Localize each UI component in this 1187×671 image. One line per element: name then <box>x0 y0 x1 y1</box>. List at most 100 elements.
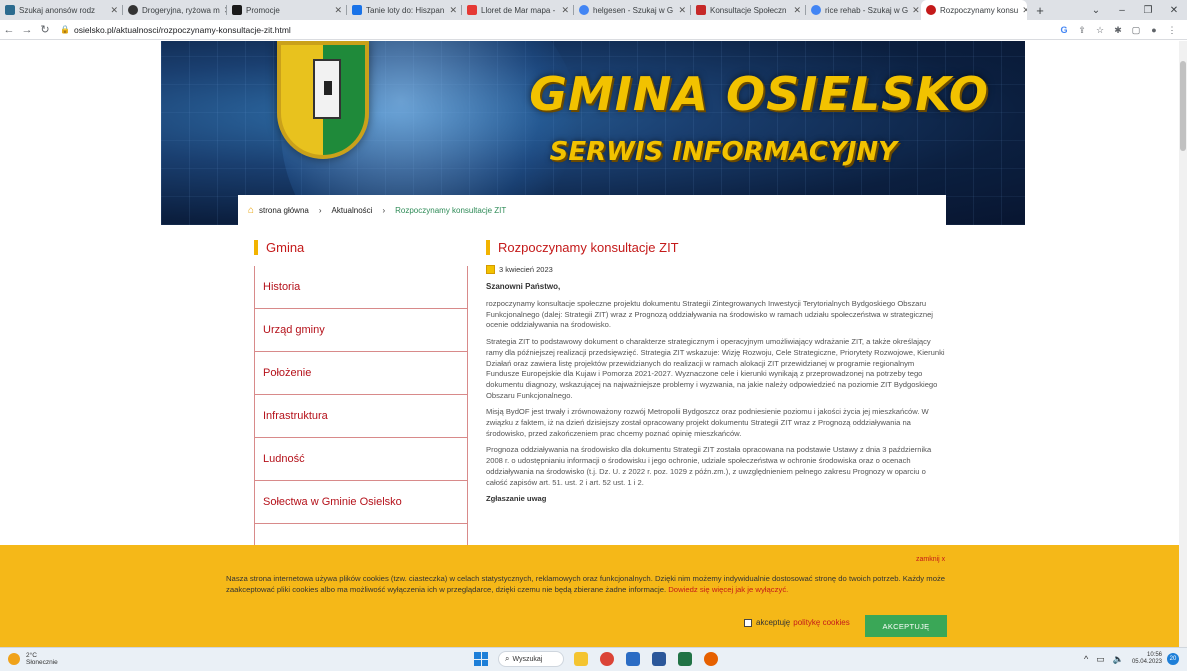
windows-start-icon[interactable] <box>474 652 488 666</box>
tab-close-icon[interactable]: ✕ <box>220 5 227 16</box>
cookie-accept-button[interactable]: AKCEPTUJĘ <box>865 615 947 637</box>
taskbar-apps: ⌕ Wyszukaj <box>474 651 730 667</box>
extensions-icon[interactable]: ✱ <box>1109 25 1127 36</box>
sidebar-item-solectwa[interactable]: Sołectwa w Gminie Osielsko <box>254 481 468 524</box>
cookie-accept-label: akceptuję <box>756 618 791 627</box>
breadcrumb-section[interactable]: Aktualności <box>332 206 373 215</box>
site-subtitle: SERWIS INFORMACYJNY <box>549 137 897 167</box>
clock[interactable]: 10:56 05.04.2023 <box>1132 652 1162 666</box>
back-icon[interactable]: ← <box>0 24 18 36</box>
tab-favicon-icon <box>5 5 15 15</box>
cookie-banner: zamknij x Nasza strona internetowa używa… <box>0 545 1187 647</box>
weather-widget[interactable]: 2°C Słonecznie <box>8 652 58 666</box>
tab-label: rice rehab - Szukaj w G <box>825 5 909 15</box>
article-greeting: Szanowni Państwo, <box>486 282 561 291</box>
excel-icon[interactable] <box>678 652 692 666</box>
site-title: GMINA OSIELSKO <box>529 67 989 121</box>
toolbar-icons: G ⇪ ☆ ✱ ▢ ● ⋮ <box>1055 20 1181 40</box>
cookie-message: Nasza strona internetowa używa plików co… <box>226 574 946 594</box>
system-tray: ^ ▭ 🔈 10:56 05.04.2023 20 <box>1084 652 1179 666</box>
share-icon[interactable]: ⇪ <box>1073 25 1091 36</box>
tab-label: Szukaj anonsów rodz <box>19 5 96 15</box>
sidebar-item-historia[interactable]: Historia <box>254 266 468 309</box>
article-paragraph: Strategia ZIT to podstawowy dokument o c… <box>486 337 945 400</box>
article-title: Rozpoczynamy konsultacje ZIT <box>486 239 946 255</box>
browser-tab-strip: Szukaj anonsów rodz ✕ Drogeryjna, ryżowa … <box>0 0 1187 20</box>
browser-tab[interactable]: Szukaj anonsów rodz ✕ <box>0 0 123 20</box>
sidebar-heading: Gmina <box>254 239 468 255</box>
article-date: 3 kwiecień 2023 <box>486 265 946 274</box>
browser-tab[interactable]: Drogeryjna, ryżowa m✕ <box>123 0 227 20</box>
bookmark-star-icon[interactable]: ☆ <box>1091 25 1109 36</box>
browser-tab[interactable]: Lloret de Mar mapa - ✕ <box>462 0 574 20</box>
reload-icon[interactable]: ↻ <box>36 23 54 36</box>
outlook-icon[interactable] <box>626 652 640 666</box>
file-explorer-icon[interactable] <box>574 652 588 666</box>
tray-overflow-icon[interactable]: ^ <box>1084 654 1088 664</box>
breadcrumb: ⌂ strona główna › Aktualności › Rozpoczy… <box>238 195 946 225</box>
sidebar-item-urzad-gminy[interactable]: Urząd gminy <box>254 309 468 352</box>
url-field[interactable]: 🔒 osielsko.pl/aktualnosci/rozpoczynamy-k… <box>60 25 291 35</box>
tab-close-icon[interactable]: ✕ <box>445 5 457 16</box>
browser-tab[interactable]: helgesen - Szukaj w G ✕ <box>574 0 691 20</box>
weather-text: Słonecznie <box>26 659 58 666</box>
tab-close-icon[interactable]: ✕ <box>557 5 569 16</box>
firefox-icon[interactable] <box>704 652 718 666</box>
notification-badge[interactable]: 20 <box>1167 653 1179 665</box>
restore-icon[interactable]: ❐ <box>1135 5 1161 16</box>
cookie-policy-checkbox-row: akceptuję politykę cookies <box>744 618 850 627</box>
tab-close-icon[interactable]: ✕ <box>674 5 686 16</box>
home-icon[interactable]: ⌂ <box>248 205 254 216</box>
browser-tab[interactable]: Tanie loty do: Hiszpan ✕ <box>347 0 462 20</box>
article-paragraph: rozpoczynamy konsultacje społeczne proje… <box>486 299 933 330</box>
tab-search-icon[interactable]: ⌄ <box>1083 5 1109 16</box>
network-icon[interactable]: ▭ <box>1096 654 1105 665</box>
tab-label: Lloret de Mar mapa - <box>481 5 556 15</box>
tab-close-icon[interactable]: ✕ <box>908 5 920 16</box>
tab-favicon-icon <box>352 5 362 15</box>
browser-tab-active[interactable]: Rozpoczynamy konsu ✕ <box>921 0 1027 20</box>
calendar-icon <box>486 265 495 274</box>
sidepanel-icon[interactable]: ▢ <box>1127 25 1145 36</box>
profile-icon[interactable]: ● <box>1145 25 1163 35</box>
breadcrumb-home[interactable]: strona główna <box>259 206 309 215</box>
cookie-policy-checkbox[interactable] <box>744 618 752 627</box>
minimize-icon[interactable]: – <box>1109 5 1135 16</box>
page-scrollbar[interactable] <box>1179 41 1187 647</box>
chrome-icon[interactable] <box>600 652 614 666</box>
article: Rozpoczynamy konsultacje ZIT 3 kwiecień … <box>486 239 946 503</box>
tab-close-icon[interactable]: ✕ <box>789 5 801 16</box>
sidebar-item-infrastruktura[interactable]: Infrastruktura <box>254 395 468 438</box>
tab-close-icon[interactable]: ✕ <box>1018 5 1027 16</box>
browser-tab[interactable]: rice rehab - Szukaj w G ✕ <box>806 0 921 20</box>
volume-icon[interactable]: 🔈 <box>1113 654 1124 665</box>
google-lens-icon[interactable]: G <box>1055 25 1073 35</box>
breadcrumb-current: Rozpoczynamy konsultacje ZIT <box>395 205 507 215</box>
tab-label: Konsultacje Społeczn <box>710 5 787 15</box>
tab-close-icon[interactable]: ✕ <box>330 5 342 16</box>
browser-tab[interactable]: Promocje ✕ <box>227 0 347 20</box>
cookie-close-button[interactable]: zamknij x <box>916 556 945 563</box>
tab-label: Rozpoczynamy konsu <box>940 5 1019 15</box>
word-icon[interactable] <box>652 652 666 666</box>
tab-label: Drogeryjna, ryżowa m <box>142 5 220 15</box>
new-tab-button[interactable]: + <box>1027 0 1053 20</box>
window-controls: ⌄ – ❐ ✕ <box>1083 0 1187 20</box>
cookie-more-link[interactable]: Dowiedz się więcej jak je wyłączyć. <box>668 585 788 594</box>
sun-icon <box>8 653 20 665</box>
tab-favicon-icon <box>128 5 138 15</box>
chevron-right-icon: › <box>318 205 322 215</box>
tab-close-icon[interactable]: ✕ <box>106 5 118 16</box>
sidebar: Gmina Historia Urząd gminy Położenie Inf… <box>254 239 468 567</box>
browser-tab[interactable]: Konsultacje Społeczn ✕ <box>691 0 806 20</box>
cookie-policy-link[interactable]: politykę cookies <box>793 618 849 627</box>
close-window-icon[interactable]: ✕ <box>1161 5 1187 16</box>
taskbar: 2°C Słonecznie ⌕ Wyszukaj ^ ▭ 🔈 10:56 05.… <box>0 647 1187 671</box>
coat-of-arms-logo[interactable] <box>277 41 369 159</box>
forward-icon[interactable]: → <box>18 24 36 36</box>
menu-icon[interactable]: ⋮ <box>1163 25 1181 36</box>
taskbar-search[interactable]: ⌕ Wyszukaj <box>498 651 564 667</box>
sidebar-item-ludnosc[interactable]: Ludność <box>254 438 468 481</box>
tab-favicon-icon <box>696 5 706 15</box>
sidebar-item-polozenie[interactable]: Położenie <box>254 352 468 395</box>
